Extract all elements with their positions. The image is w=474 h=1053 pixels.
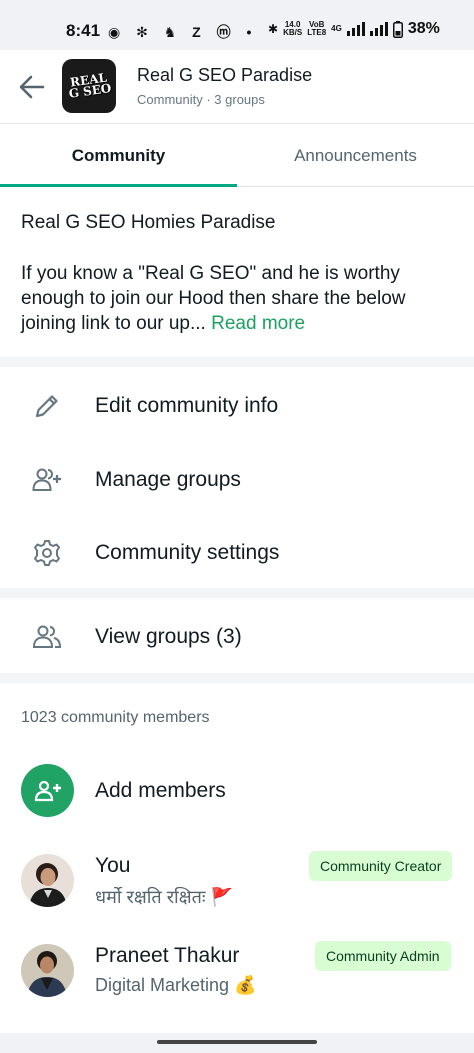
gear-icon <box>34 540 60 566</box>
community-avatar[interactable]: REAL G SEO <box>62 59 116 113</box>
signal-4g-label: 4G <box>331 24 342 33</box>
avatar <box>21 944 74 997</box>
community-settings-button[interactable]: Community settings <box>0 517 474 587</box>
community-subtitle: Community · 3 groups <box>137 92 265 107</box>
tab-bar: Community Announcements <box>0 124 474 187</box>
battery-icon <box>392 20 403 38</box>
community-title[interactable]: Real G SEO Paradise <box>137 65 312 86</box>
community-logo: REAL G SEO <box>67 70 112 101</box>
volte-indicator: VoB LTE8 <box>307 20 327 37</box>
read-more-link[interactable]: Read more <box>211 313 305 334</box>
people-icon <box>32 625 62 648</box>
bluetooth-icon: ✱ <box>268 22 279 36</box>
app-header: REAL G SEO Real G SEO Paradise Community… <box>0 50 474 124</box>
manage-groups-label: Manage groups <box>95 468 241 491</box>
gesture-handle[interactable] <box>157 1040 317 1044</box>
back-button[interactable] <box>18 74 46 100</box>
system-nav-bar <box>0 1033 474 1053</box>
member-about: धर्मो रक्षति रक्षितः 🚩 <box>95 887 233 907</box>
community-description: Real G SEO Homies Paradise If you know a… <box>0 187 474 357</box>
view-groups-section: View groups (3) <box>0 598 474 673</box>
person-add-icon <box>34 780 61 801</box>
description-heading: Real G SEO Homies Paradise <box>21 212 276 233</box>
community-actions: Edit community info Manage groups Commun… <box>0 367 474 588</box>
view-groups-label: View groups (3) <box>95 625 242 648</box>
status-bar: 8:41 ◉ ✻ ♞ Z ⓜ • ✱ 14.0 KB/S VoB LTE8 4G… <box>0 0 474 50</box>
view-groups-button[interactable]: View groups (3) <box>0 601 474 671</box>
member-name: You <box>95 854 131 877</box>
member-name: Praneet Thakur <box>95 944 240 967</box>
people-add-icon <box>32 468 61 491</box>
battery-percent: 38% <box>407 20 440 37</box>
tab-community[interactable]: Community <box>0 124 237 187</box>
notification-icons: ◉ ✻ ♞ Z ⓜ • <box>108 24 258 40</box>
add-members-circle <box>21 764 74 817</box>
community-admin-badge: Community Admin <box>315 941 451 971</box>
avatar <box>21 854 74 907</box>
member-row[interactable]: You धर्मो रक्षति रक्षितः 🚩 Community Cre… <box>0 843 474 921</box>
signal-icon-2 <box>369 22 388 36</box>
tab-announcements[interactable]: Announcements <box>237 124 474 187</box>
status-time: 8:41 <box>66 21 101 40</box>
members-section: 1023 community members Add members You ध… <box>0 683 474 1033</box>
edit-community-info-label: Edit community info <box>95 394 279 417</box>
description-text: If you know a "Real G SEO" and he is wor… <box>21 263 406 334</box>
members-count: 1023 community members <box>21 709 210 726</box>
net-speed: 14.0 KB/S <box>283 20 303 37</box>
pencil-icon <box>35 395 58 418</box>
add-members-label: Add members <box>95 779 226 802</box>
community-settings-label: Community settings <box>95 541 280 564</box>
add-members-button[interactable]: Add members <box>0 755 474 827</box>
arrow-left-icon <box>19 75 45 99</box>
edit-community-info-button[interactable]: Edit community info <box>0 370 474 440</box>
member-about: Digital Marketing 💰 <box>95 975 257 995</box>
member-row[interactable]: Praneet Thakur Digital Marketing 💰 Commu… <box>0 933 474 1011</box>
system-icons: ✱ 14.0 KB/S VoB LTE8 4G 38% <box>268 20 440 38</box>
manage-groups-button[interactable]: Manage groups <box>0 444 474 514</box>
signal-icon <box>346 22 365 36</box>
community-creator-badge: Community Creator <box>309 851 453 881</box>
